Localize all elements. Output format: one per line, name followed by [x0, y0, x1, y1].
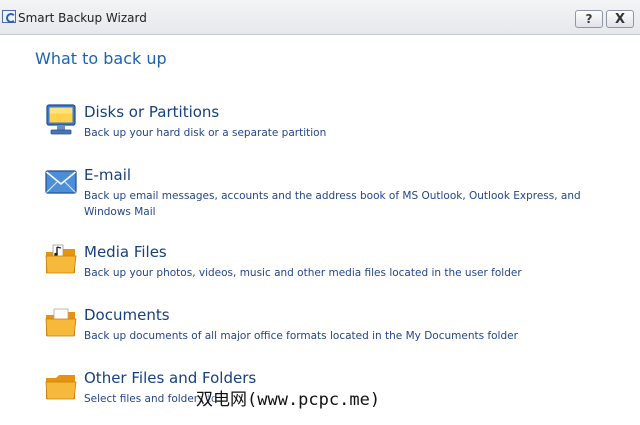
- option-description: Back up your photos, videos, music and o…: [84, 267, 522, 279]
- page-title: What to back up: [35, 49, 167, 68]
- close-button[interactable]: X: [606, 10, 634, 28]
- option-title: Documents: [84, 306, 170, 324]
- help-icon: ?: [585, 12, 593, 26]
- option-documents[interactable]: Documents Back up documents of all major…: [44, 306, 604, 362]
- option-media-files[interactable]: Media Files Back up your photos, videos,…: [44, 243, 604, 299]
- help-button[interactable]: ?: [575, 10, 603, 28]
- folder-icon: [45, 375, 77, 400]
- app-icon: [2, 10, 16, 23]
- documents-folder-icon: [45, 308, 77, 337]
- title-bar: Smart Backup Wizard ? X: [0, 0, 640, 35]
- option-email[interactable]: E-mail Back up email messages, accounts …: [44, 166, 604, 222]
- watermark-text: 双电网(www.pcpc.me): [196, 390, 381, 410]
- option-description: Back up documents of all major office fo…: [84, 330, 518, 342]
- computer-monitor-icon: [46, 104, 76, 135]
- option-title: Disks or Partitions: [84, 103, 220, 121]
- option-title: Media Files: [84, 243, 167, 261]
- window-title: Smart Backup Wizard: [18, 11, 147, 25]
- close-icon: X: [614, 11, 626, 27]
- option-description: Back up your hard disk or a separate par…: [84, 127, 327, 139]
- media-folder-icon: [45, 244, 77, 274]
- envelope-icon: [45, 170, 77, 194]
- option-disks-partitions[interactable]: Disks or Partitions Back up your hard di…: [44, 103, 604, 159]
- option-description: Back up email messages, accounts and the…: [84, 190, 581, 218]
- option-title: E-mail: [84, 166, 132, 184]
